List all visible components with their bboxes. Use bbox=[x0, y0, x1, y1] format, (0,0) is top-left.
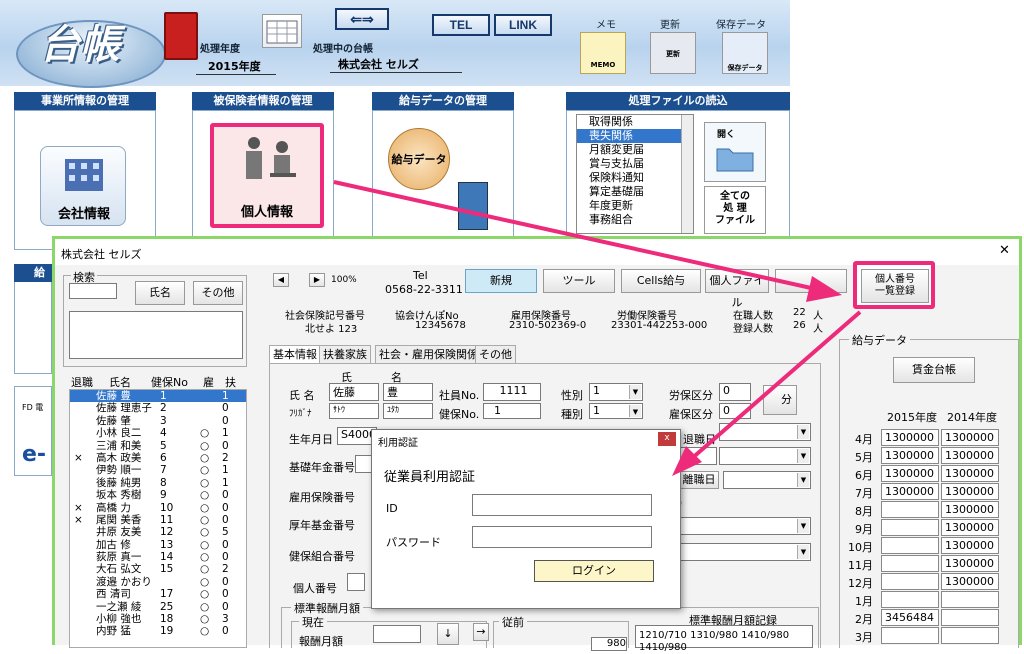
arrowhead-1 bbox=[806, 276, 842, 302]
arrow-line-2 bbox=[688, 310, 862, 462]
arrowhead-2 bbox=[672, 446, 702, 476]
annotation-arrows bbox=[333, 180, 862, 476]
arrow-line-1 bbox=[333, 180, 821, 292]
